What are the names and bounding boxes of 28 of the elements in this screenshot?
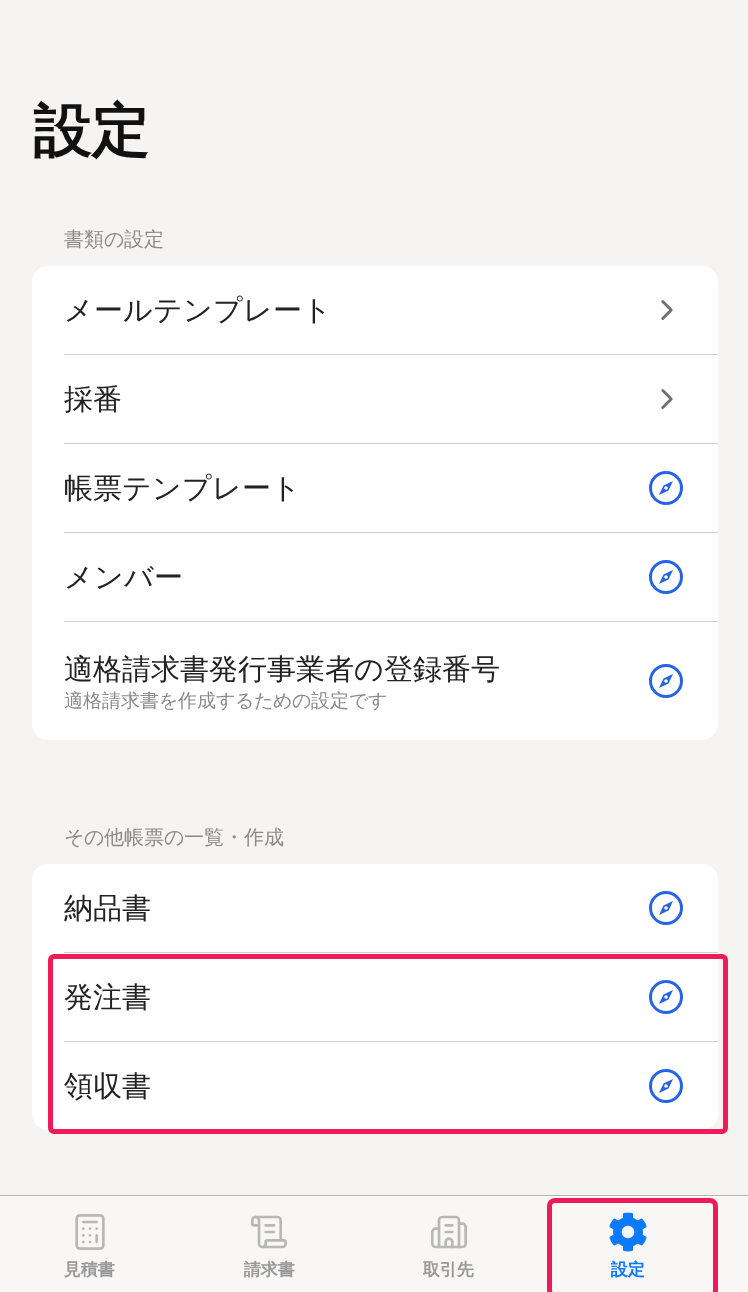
settings-icon <box>608 1212 649 1252</box>
settings-row[interactable]: 帳票テンプレート <box>32 444 718 532</box>
row-label: 帳票テンプレート <box>64 470 302 507</box>
section-header: 書類の設定 <box>63 226 165 253</box>
section-header: その他帳票の一覧・作成 <box>63 824 285 851</box>
settings-row[interactable]: 納品書 <box>32 864 718 952</box>
settings-row[interactable]: 採番 <box>32 355 718 443</box>
row-label: メンバー <box>64 559 184 596</box>
row-label: 納品書 <box>64 890 152 927</box>
settings-row[interactable]: メンバー <box>32 533 718 621</box>
settings-row[interactable]: 領収書 <box>32 1042 718 1130</box>
row-label: 採番 <box>64 381 123 418</box>
row-subtitle: 適格請求書を作成するための設定です <box>64 688 388 712</box>
compass-icon <box>648 663 684 699</box>
row-label: 適格請求書発行事業者の登録番号 <box>64 651 501 688</box>
compass-icon <box>648 1068 684 1104</box>
row-label: メールテンプレート <box>64 292 333 329</box>
compass-icon <box>648 559 684 595</box>
settings-row[interactable]: 適格請求書発行事業者の登録番号 適格請求書を作成するための設定です <box>32 622 718 740</box>
settings-row[interactable]: 発注書 <box>32 953 718 1041</box>
page-title: 設定 <box>34 95 151 166</box>
compass-icon <box>648 979 684 1015</box>
row-label: 発注書 <box>64 979 152 1016</box>
tab-item[interactable]: 設定 <box>538 1196 718 1292</box>
compass-icon <box>648 470 684 506</box>
row-label: 領収書 <box>64 1068 152 1105</box>
compass-icon <box>648 890 684 926</box>
settings-row[interactable]: メールテンプレート <box>32 266 718 354</box>
